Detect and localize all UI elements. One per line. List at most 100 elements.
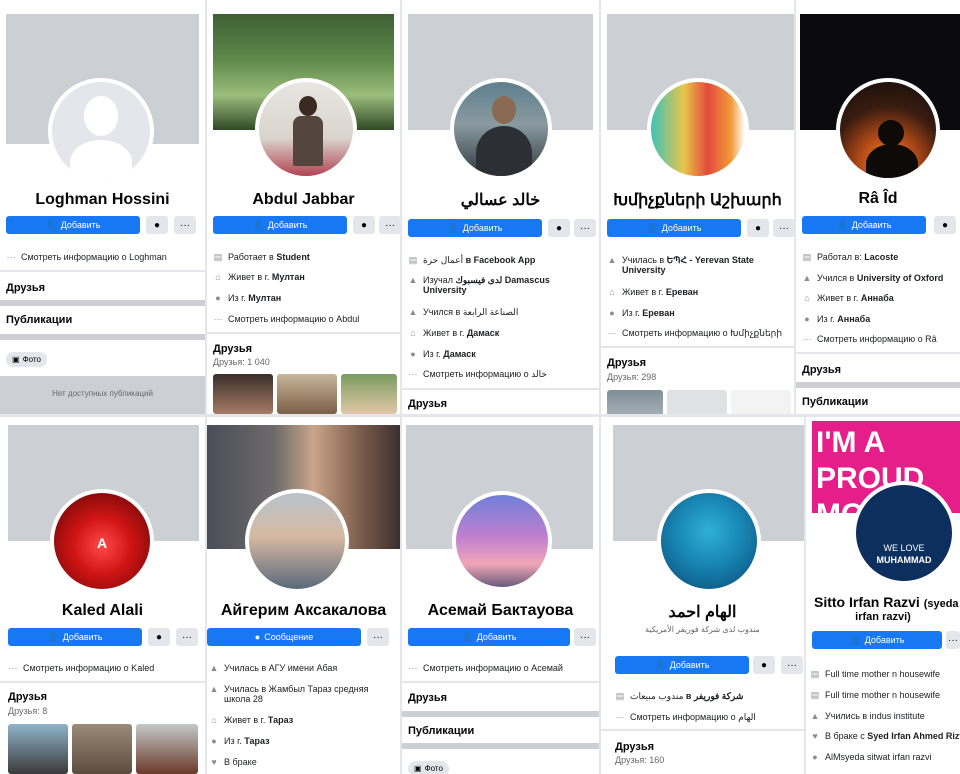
profile-avatar[interactable]: WE LOVE MUHAMMAD [852, 481, 956, 585]
info-see-more[interactable]: ··· Смотреть информацию о Loghman [6, 252, 201, 262]
friend-thumbnail[interactable] [277, 374, 337, 414]
add-friend-button[interactable]: 👤 Добавить [408, 219, 542, 237]
friends-heading[interactable]: Друзья [802, 364, 841, 376]
info-other-name: ● AlMsyeda sitwat irfan razvi [810, 752, 956, 762]
profile-avatar[interactable] [48, 78, 154, 184]
info-from: ● Из г. Ереван [607, 308, 790, 318]
add-friend-button[interactable]: 👤 Добавить [615, 656, 749, 674]
add-friend-button[interactable]: 👤 Добавить [213, 216, 347, 234]
photo-chip[interactable]: ▣ Фото [408, 761, 449, 774]
more-button[interactable]: ··· [379, 216, 400, 234]
profile-name: Асемай Бактауова [427, 602, 574, 619]
friend-thumbnail[interactable] [731, 390, 791, 414]
add-friend-button[interactable]: 👤 Добавить [802, 216, 926, 234]
more-button[interactable]: ··· [574, 219, 596, 237]
profile-name: Խմիչքների Աշխարհ [613, 192, 782, 209]
action-row: 👤 Добавить ● ··· [601, 219, 794, 237]
messenger-button[interactable]: ● [148, 628, 170, 646]
profile-card-khmichqneri: Խմիչքների Աշխարհ 👤 Добавить ● ··· ▲ Училас… [601, 0, 794, 414]
silhouette-figure [878, 120, 904, 146]
more-icon: ··· [213, 314, 223, 324]
friends-count: Друзья: 298 [607, 372, 657, 382]
profile-avatar[interactable] [647, 78, 749, 180]
friend-thumbnail[interactable] [136, 724, 198, 774]
divider [0, 334, 205, 340]
profile-avatar[interactable] [450, 78, 552, 180]
friend-thumbnail[interactable] [8, 724, 68, 774]
info-see-more[interactable]: ··· Смотреть информацию о Խմիչքների [607, 328, 790, 338]
friend-thumbnail[interactable] [607, 390, 663, 414]
info-from: ● Из г. Тараз [209, 736, 396, 746]
image-icon: ▣ [12, 355, 20, 364]
add-friend-button[interactable]: 👤 Добавить [6, 216, 140, 234]
more-icon: ··· [802, 334, 812, 344]
add-friend-button[interactable]: 👤 Добавить [408, 628, 570, 646]
friend-thumbnail[interactable] [341, 374, 397, 414]
avatar-text-2: MUHAMMAD [876, 555, 932, 565]
profile-avatar[interactable] [245, 489, 349, 593]
info-work: ▤ Full time mother n housewife [810, 690, 941, 700]
friends-heading[interactable]: Друзья [8, 691, 47, 703]
info-see-more[interactable]: ··· Смотреть информацию о خالد [408, 369, 595, 379]
messenger-button[interactable]: ● [934, 216, 956, 234]
messenger-button[interactable]: ● [548, 219, 570, 237]
briefcase-icon: ▤ [810, 669, 820, 679]
more-icon: ··· [408, 369, 418, 379]
message-button[interactable]: ● Сообщение [207, 628, 361, 646]
friends-heading[interactable]: Друзья [408, 398, 447, 410]
info-work: ▤ Работает в Student [213, 252, 310, 262]
info-school: ▲ Учился в الصناعة الرابعة [408, 307, 519, 317]
graduation-cap-icon: ▲ [408, 275, 418, 285]
profile-avatar[interactable] [452, 491, 552, 591]
profile-card-aigerim: Айгерим Аксакалова ● Сообщение ··· ▲ Учила… [207, 417, 400, 774]
briefcase-icon: ▤ [408, 255, 418, 265]
more-button[interactable]: ··· [174, 216, 196, 234]
friend-thumbnail[interactable] [667, 390, 727, 414]
profile-name: Loghman Hossini [35, 191, 170, 208]
info-see-more[interactable]: ··· Смотреть информацию о Abdul [213, 314, 396, 324]
photo-chip[interactable]: ▣ Фото [6, 352, 47, 367]
info-see-more[interactable]: ··· Смотреть информацию о Kaled [8, 663, 201, 673]
more-button[interactable]: ··· [773, 219, 794, 237]
friends-heading[interactable]: Друзья [607, 357, 646, 369]
info-work: ▤ Работал в: Lacoste [802, 252, 899, 262]
more-button[interactable]: ··· [176, 628, 198, 646]
add-friend-button[interactable]: 👤 Добавить [8, 628, 142, 646]
more-button[interactable]: ··· [781, 656, 803, 674]
profile-avatar[interactable] [836, 78, 940, 182]
messenger-button[interactable]: ● [747, 219, 769, 237]
info-see-more[interactable]: ··· Смотреть информацию о الهام [615, 712, 800, 722]
messenger-button[interactable]: ● [146, 216, 168, 234]
profile-avatar[interactable]: A [50, 489, 154, 593]
divider [601, 346, 794, 348]
profile-avatar[interactable] [657, 489, 761, 593]
info-see-more[interactable]: ··· Смотреть информацию о Râ [802, 334, 956, 344]
add-friend-button[interactable]: 👤 Добавить [812, 631, 942, 649]
profile-card-sitto: I'M A PROUD MO WE LOVE MUHAMMAD Sitto Ir… [806, 417, 960, 774]
more-button[interactable]: ··· [946, 631, 960, 649]
friend-thumbnail[interactable] [72, 724, 132, 774]
child-figure-body [293, 116, 323, 166]
publications-heading: Публикации [6, 314, 73, 326]
divider [402, 711, 599, 717]
location-pin-icon: ● [609, 308, 615, 318]
action-row: 👤 Добавить ● ··· [0, 628, 205, 646]
messenger-icon: ● [254, 632, 261, 642]
friends-heading[interactable]: Друзья [615, 741, 654, 753]
add-friend-button[interactable]: 👤 Добавить [607, 219, 741, 237]
friends-heading[interactable]: Друзья [408, 692, 447, 704]
profile-avatar[interactable] [255, 78, 357, 180]
more-button[interactable]: ··· [367, 628, 389, 646]
profile-card-loghman: Loghman Hossini 👤 Добавить ● ··· ··· Смотр… [0, 0, 205, 414]
messenger-button[interactable]: ● [353, 216, 375, 234]
info-see-more[interactable]: ··· Смотреть информацию о Асемай [408, 663, 595, 673]
graduation-cap-icon: ▲ [810, 711, 820, 721]
info-relationship: ♥ В браке с Syed Irfan Ahmed Rizvi [810, 731, 960, 741]
friends-heading[interactable]: Друзья [6, 282, 45, 294]
friend-thumbnail[interactable] [213, 374, 273, 414]
graduation-cap-icon: ▲ [209, 684, 219, 694]
messenger-button[interactable]: ● [753, 656, 775, 674]
friends-heading[interactable]: Друзья [213, 343, 252, 355]
profile-name: الهام احمد [668, 604, 737, 621]
more-button[interactable]: ··· [574, 628, 596, 646]
